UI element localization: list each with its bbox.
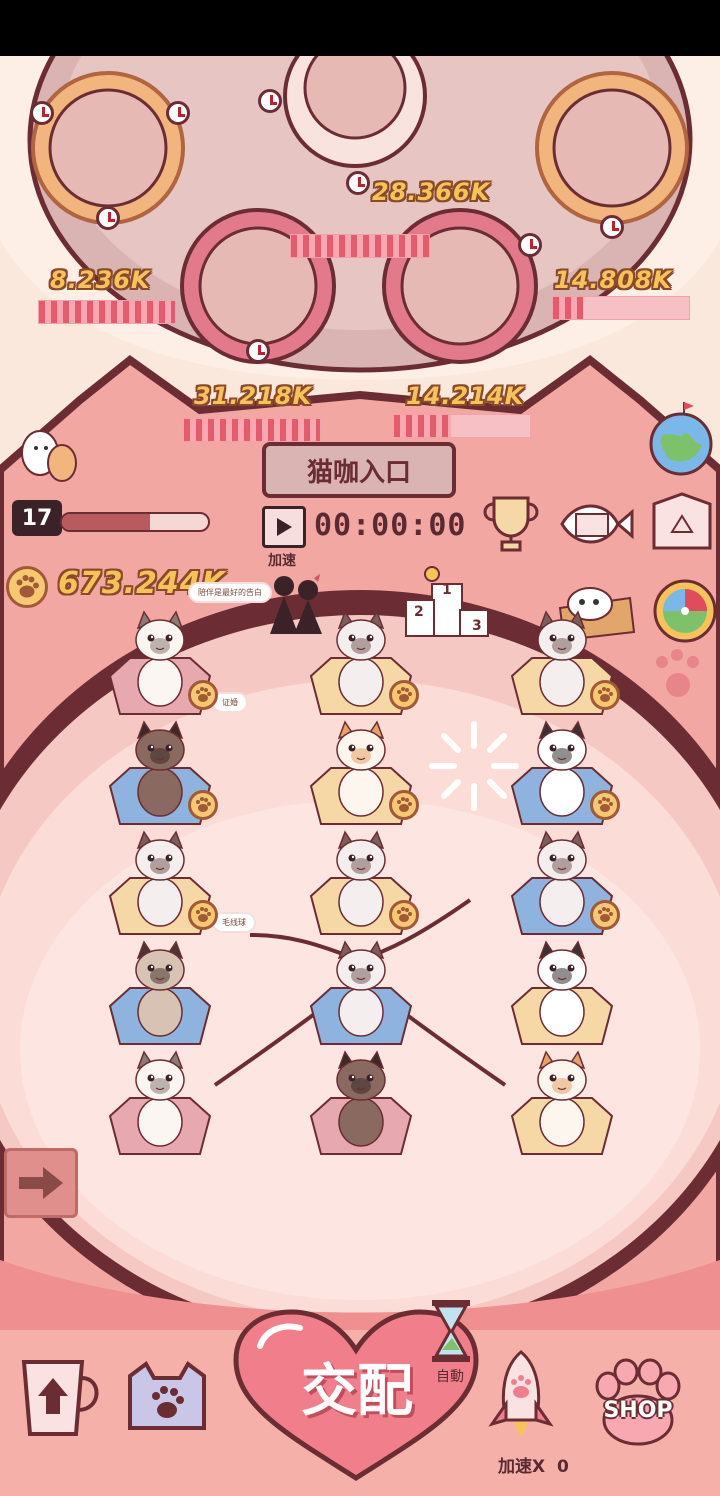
trophy-icon[interactable] xyxy=(474,494,548,554)
speed-label: 加速 xyxy=(268,553,296,569)
station-progress-right xyxy=(552,296,690,320)
speed-timer: 00:00:00 xyxy=(314,508,467,543)
arrow-right-icon xyxy=(19,1167,63,1199)
cat-slot[interactable] xyxy=(104,1050,216,1160)
auto-label: 自動 xyxy=(436,1369,464,1385)
cat-icon xyxy=(510,1050,614,1155)
cat-slot[interactable] xyxy=(305,940,417,1050)
clock-icon xyxy=(166,101,190,125)
clock-icon xyxy=(600,215,624,239)
cat-slot[interactable] xyxy=(104,940,216,1050)
cat-slot[interactable] xyxy=(506,1050,618,1160)
cat-paw-tag-icon[interactable] xyxy=(124,1358,210,1442)
pie-left-icon xyxy=(31,71,185,225)
station-income-bottom-left: 31.218K xyxy=(194,382,313,410)
paw-collect-icon[interactable] xyxy=(389,790,419,820)
paw-collect-icon[interactable] xyxy=(590,680,620,710)
paw-collect-icon[interactable] xyxy=(188,680,218,710)
paw-coin-icon xyxy=(6,566,48,608)
station-income-right: 14.808K xyxy=(554,266,673,294)
speech-bubble: 毛线球 xyxy=(214,914,254,931)
station-income-bottom-right: 14.214K xyxy=(406,382,525,410)
hourglass-icon[interactable] xyxy=(428,1298,474,1364)
next-room-button[interactable] xyxy=(4,1148,78,1218)
boost-count: 0 xyxy=(557,1457,569,1477)
speech-bubble: 证婚 xyxy=(214,694,246,711)
cup-upgrade-icon[interactable] xyxy=(18,1356,104,1440)
recycle-box-icon[interactable] xyxy=(648,490,716,554)
pie-bottom-right-icon xyxy=(382,208,538,364)
cats-avatar-icon[interactable] xyxy=(10,418,80,488)
station-progress-bottom-left xyxy=(183,418,321,442)
cat-icon xyxy=(108,1050,212,1155)
cat-icon xyxy=(108,940,212,1045)
station-progress-left xyxy=(38,300,176,324)
paw-collect-icon[interactable] xyxy=(389,900,419,930)
cat-slot[interactable] xyxy=(305,1050,417,1160)
speech-bubble: 陪伴是最好的告白 xyxy=(190,584,270,601)
station-income-left: 8.236K xyxy=(50,266,151,294)
play-icon[interactable] xyxy=(262,506,306,548)
paw-collect-icon[interactable] xyxy=(188,790,218,820)
podium-third: 3 xyxy=(472,618,482,634)
pie-right-icon xyxy=(535,71,689,225)
rocket-icon[interactable] xyxy=(486,1348,556,1440)
calendar-fish-icon[interactable] xyxy=(556,494,636,554)
clock-icon xyxy=(518,233,542,257)
boost-counter: 加速X 0 xyxy=(498,1452,569,1477)
cat-slot[interactable] xyxy=(506,940,618,1050)
cafe-entrance-label: 猫咖入口 xyxy=(306,457,411,488)
paw-collect-icon[interactable] xyxy=(590,900,620,930)
clock-icon xyxy=(30,101,54,125)
clock-icon xyxy=(96,206,120,230)
shop-label: SHOP xyxy=(603,1398,673,1423)
cat-icon xyxy=(510,940,614,1045)
cat-icon xyxy=(309,1050,413,1155)
clock-icon xyxy=(258,89,282,113)
level-progress xyxy=(60,512,210,532)
lucky-wheel-icon[interactable] xyxy=(652,578,718,644)
clock-icon xyxy=(246,339,270,363)
station-progress-center xyxy=(290,234,430,258)
station-progress-bottom-right xyxy=(393,414,531,438)
podium-first: 1 xyxy=(442,582,452,598)
boost-label: 加速X xyxy=(498,1457,546,1477)
clock-icon xyxy=(346,171,370,195)
mate-label: 交配 xyxy=(301,1358,413,1424)
globe-icon[interactable] xyxy=(644,400,718,476)
pie-center-icon xyxy=(283,56,427,168)
station-income-center: 28.366K xyxy=(372,178,491,206)
cafe-entrance-button[interactable]: 猫咖入口 xyxy=(262,442,456,498)
status-bar xyxy=(0,0,720,56)
level-badge: 17 xyxy=(12,500,62,536)
paw-collect-icon[interactable] xyxy=(590,790,620,820)
paw-collect-icon[interactable] xyxy=(389,680,419,710)
cat-icon xyxy=(309,940,413,1045)
paw-collect-icon[interactable] xyxy=(188,900,218,930)
